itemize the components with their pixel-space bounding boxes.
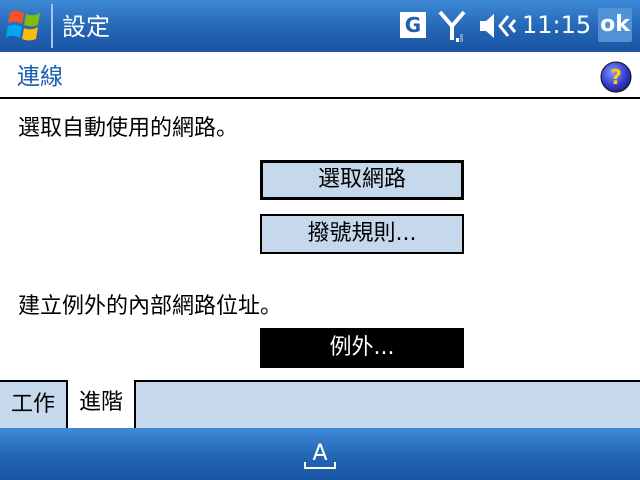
exceptions-description: 建立例外的內部網路位址。 [18,294,283,319]
header-divider [0,97,640,99]
page-header: 連線 ? [0,52,640,98]
networks-description: 選取自動使用的網路。 [18,116,239,141]
clock[interactable]: 11:15 [522,11,591,39]
data-connection-g-icon[interactable]: G [400,12,426,38]
title-separator [51,4,53,48]
tab-work[interactable]: 工作 [0,380,68,428]
title-bar: 設定 G 11:15 ok [0,0,640,52]
signal-icon[interactable] [438,10,466,44]
windows-start-icon[interactable] [6,8,46,44]
input-panel-icon[interactable]: A [302,438,338,472]
settings-screen: 設定 G 11:15 ok 連線 ? 選取自動使用的網路。 選取網路 撥號規則.… [0,0,640,480]
ok-button[interactable]: ok [598,8,632,42]
exceptions-button[interactable]: 例外... [260,328,464,368]
dialing-rules-button[interactable]: 撥號規則... [260,214,464,254]
tab-advanced[interactable]: 進階 [68,380,136,428]
soft-key-bar: A [0,428,640,480]
window-title: 設定 [62,13,110,41]
svg-text:?: ? [610,65,622,89]
svg-text:A: A [312,441,327,466]
select-networks-button[interactable]: 選取網路 [260,160,464,200]
page-title: 連線 [17,64,63,90]
help-icon[interactable]: ? [600,61,632,93]
volume-icon[interactable] [478,12,518,40]
